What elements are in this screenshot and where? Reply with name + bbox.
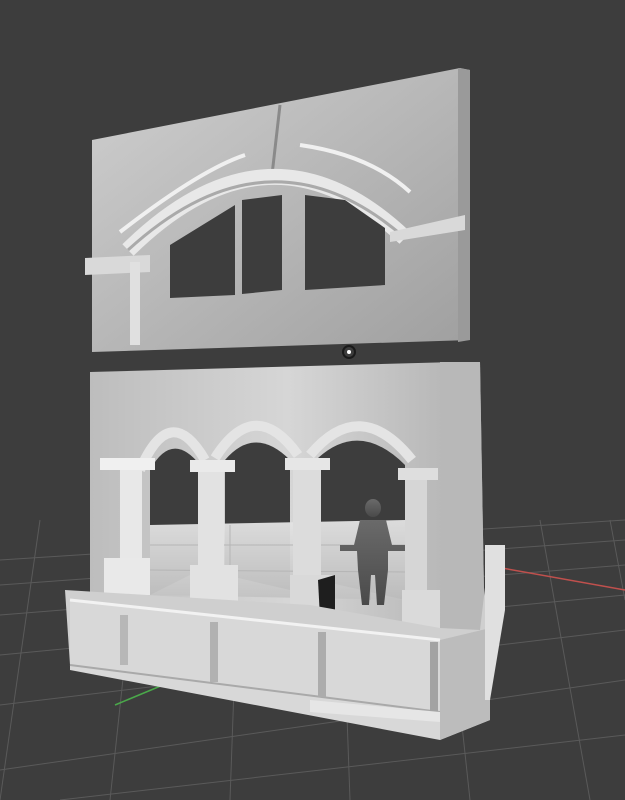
window-center — [242, 195, 282, 294]
building-upper-facade[interactable] — [85, 68, 470, 352]
light-gizmo-icon[interactable] — [342, 345, 356, 359]
x-axis-line — [484, 564, 625, 591]
3d-viewport[interactable] — [0, 0, 625, 800]
viewport-canvas[interactable] — [0, 0, 625, 800]
